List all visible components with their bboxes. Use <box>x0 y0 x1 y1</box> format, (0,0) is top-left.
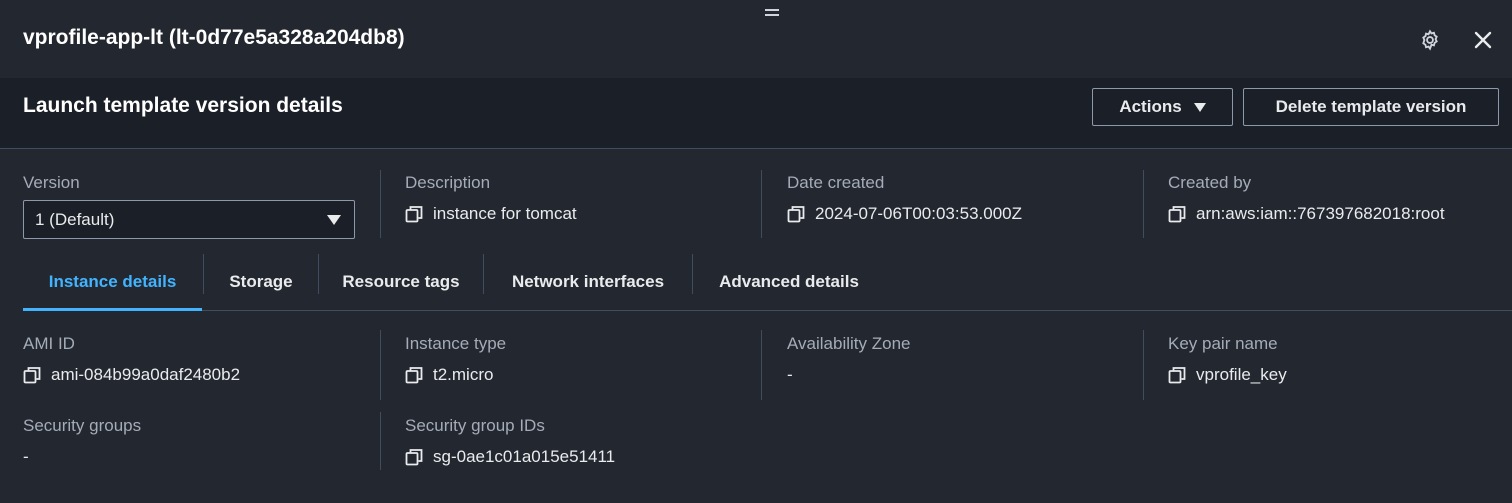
drag-handle-icon[interactable] <box>765 9 779 19</box>
divider <box>1143 330 1144 400</box>
security-group-ids-field: Security group IDs sg-0ae1c01a015e51411 <box>405 416 615 467</box>
version-field: Version <box>23 173 80 193</box>
close-icon[interactable] <box>1470 26 1496 54</box>
tab-network-interfaces[interactable]: Network interfaces <box>484 254 692 310</box>
key-pair-value: vprofile_key <box>1196 365 1287 384</box>
divider <box>380 412 381 470</box>
key-pair-field: Key pair name vprofile_key <box>1168 334 1287 385</box>
tab-resource-tags[interactable]: Resource tags <box>319 254 483 310</box>
availability-zone-value: - <box>787 365 793 384</box>
divider <box>761 170 762 238</box>
section-header: Launch template version details Actions … <box>0 78 1512 149</box>
created-by-field: Created by arn:aws:iam::767397682018:roo… <box>1168 173 1445 224</box>
ami-id-field: AMI ID ami-084b99a0daf2480b2 <box>23 334 240 385</box>
actions-button-label: Actions <box>1119 97 1182 116</box>
security-group-ids-label: Security group IDs <box>405 416 545 435</box>
divider <box>1143 170 1144 238</box>
instance-type-value: t2.micro <box>433 365 494 384</box>
copy-icon[interactable] <box>787 205 805 223</box>
description-field: Description instance for tomcat <box>405 173 577 224</box>
created-by-value: arn:aws:iam::767397682018:root <box>1196 204 1445 223</box>
security-groups-value: - <box>23 447 29 466</box>
delete-template-version-button[interactable]: Delete template version <box>1243 88 1499 126</box>
availability-zone-field: Availability Zone - <box>787 334 910 385</box>
tab-advanced-details[interactable]: Advanced details <box>693 254 885 310</box>
copy-icon[interactable] <box>405 205 423 223</box>
date-created-label: Date created <box>787 173 885 192</box>
tab-storage[interactable]: Storage <box>204 254 318 310</box>
gear-icon[interactable] <box>1417 26 1443 54</box>
date-created-field: Date created 2024-07-06T00:03:53.000Z <box>787 173 1022 224</box>
key-pair-label: Key pair name <box>1168 334 1278 353</box>
divider <box>761 330 762 400</box>
security-groups-label: Security groups <box>23 416 142 435</box>
divider <box>380 330 381 400</box>
ami-id-label: AMI ID <box>23 334 75 353</box>
ami-id-value: ami-084b99a0daf2480b2 <box>51 365 241 384</box>
security-group-ids-value: sg-0ae1c01a015e51411 <box>433 447 616 466</box>
copy-icon[interactable] <box>23 366 41 384</box>
version-select[interactable]: 1 (Default) <box>23 200 355 239</box>
details-tabs: Instance details Storage Resource tags N… <box>23 254 1512 311</box>
description-value: instance for tomcat <box>433 204 577 223</box>
version-select-value: 1 (Default) <box>35 209 115 229</box>
section-title: Launch template version details <box>23 94 343 117</box>
instance-type-label: Instance type <box>405 334 507 353</box>
version-label: Version <box>23 173 80 192</box>
copy-icon[interactable] <box>405 366 423 384</box>
description-label: Description <box>405 173 491 192</box>
instance-type-field: Instance type t2.micro <box>405 334 506 385</box>
created-by-label: Created by <box>1168 173 1252 192</box>
caret-down-icon <box>1193 102 1206 112</box>
date-created-value: 2024-07-06T00:03:53.000Z <box>815 204 1022 223</box>
copy-icon[interactable] <box>1168 205 1186 223</box>
copy-icon[interactable] <box>1168 366 1186 384</box>
divider <box>380 170 381 238</box>
copy-icon[interactable] <box>405 448 423 466</box>
actions-button[interactable]: Actions <box>1092 88 1233 126</box>
security-groups-field: Security groups - <box>23 416 141 467</box>
tab-instance-details[interactable]: Instance details <box>23 254 202 311</box>
panel-title: vprofile-app-lt (lt-0d77e5a328a204db8) <box>23 26 405 49</box>
split-panel-header: vprofile-app-lt (lt-0d77e5a328a204db8) <box>0 0 1512 78</box>
caret-down-icon <box>327 215 341 225</box>
availability-zone-label: Availability Zone <box>787 334 911 353</box>
